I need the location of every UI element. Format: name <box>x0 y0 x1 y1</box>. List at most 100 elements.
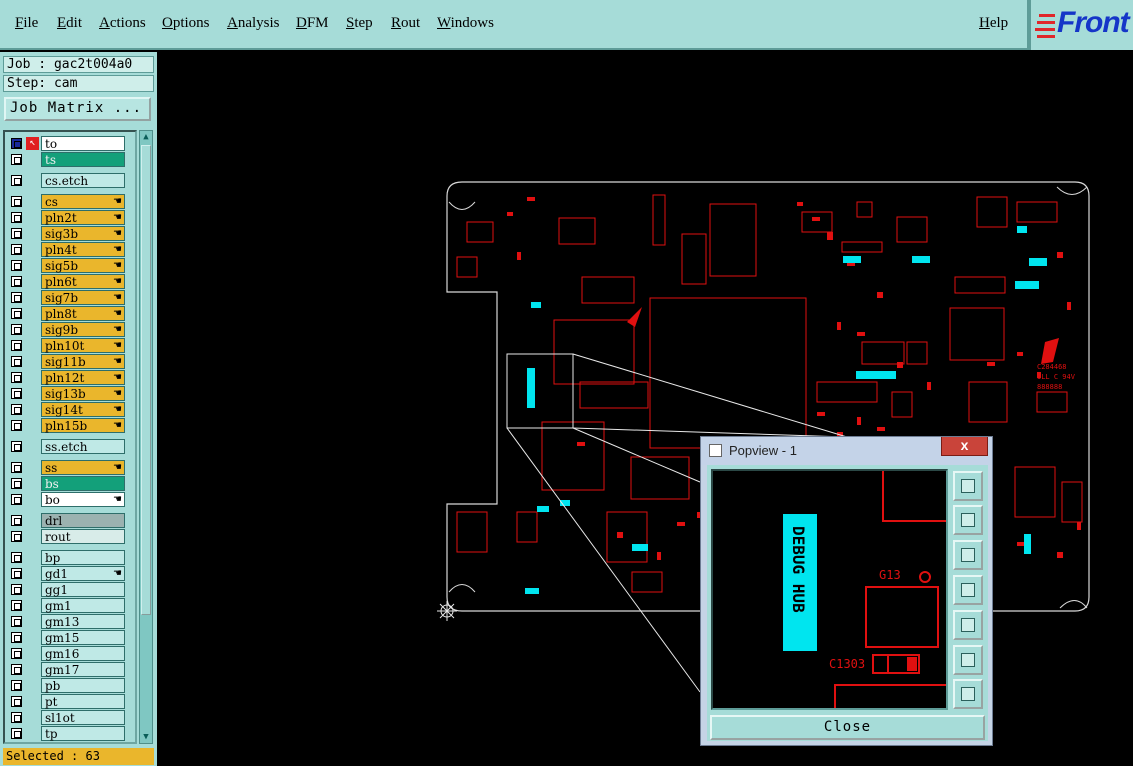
layer-name[interactable]: bp <box>41 550 125 565</box>
layer-checkbox[interactable] <box>11 531 22 542</box>
layer-checkbox[interactable] <box>11 515 22 526</box>
layer-row-gm13[interactable]: gm13 <box>7 614 133 629</box>
window-close-button[interactable]: x <box>941 437 988 456</box>
layer-row-pln15b[interactable]: pln15b ☚ <box>7 418 133 433</box>
layer-row-gm16[interactable]: gm16 <box>7 646 133 661</box>
layer-row-gd1[interactable]: gd1 ☚ <box>7 566 133 581</box>
layer-name[interactable]: pln8t ☚ <box>41 306 125 321</box>
layer-row-gm1[interactable]: gm1 <box>7 598 133 613</box>
layer-name[interactable]: gd1 ☚ <box>41 566 125 581</box>
layer-name[interactable]: gg1 <box>41 582 125 597</box>
layer-checkbox[interactable] <box>11 404 22 415</box>
menu-analysis[interactable]: Analysis <box>227 15 280 32</box>
layer-checkbox[interactable] <box>11 616 22 627</box>
layer-checkbox[interactable] <box>11 260 22 271</box>
pan-right-button[interactable] <box>953 610 983 640</box>
layer-row-pln4t[interactable]: pln4t ☚ <box>7 242 133 257</box>
pan-left-button[interactable] <box>953 575 983 605</box>
layer-row-tp[interactable]: tp <box>7 726 133 741</box>
layer-name[interactable]: to <box>41 136 125 151</box>
zoom-in-button[interactable] <box>953 679 983 709</box>
scroll-up-icon[interactable]: ▲ <box>141 132 151 142</box>
layer-checkbox[interactable] <box>11 441 22 452</box>
layer-checkbox[interactable] <box>11 175 22 186</box>
menu-edit[interactable]: Edit <box>57 15 82 32</box>
layer-row-bo[interactable]: bo ☚ <box>7 492 133 507</box>
pan-up-button[interactable] <box>953 505 983 535</box>
layer-checkbox[interactable] <box>11 664 22 675</box>
layer-row-sig13b[interactable]: sig13b ☚ <box>7 386 133 401</box>
menu-options[interactable]: Options <box>162 15 210 32</box>
layer-name[interactable]: cs.etch <box>41 173 125 188</box>
layer-checkbox[interactable] <box>11 388 22 399</box>
layer-checkbox[interactable] <box>11 462 22 473</box>
layer-row-gg1[interactable]: gg1 <box>7 582 133 597</box>
layer-row-pln12t[interactable]: pln12t ☚ <box>7 370 133 385</box>
layer-name[interactable]: gm17 <box>41 662 125 677</box>
layer-name[interactable]: pb <box>41 678 125 693</box>
layer-row-ts[interactable]: ts <box>7 152 133 167</box>
layer-name[interactable]: pln10t ☚ <box>41 338 125 353</box>
layer-name[interactable]: pln4t ☚ <box>41 242 125 257</box>
menu-rout[interactable]: Rout <box>391 15 420 32</box>
layer-checkbox[interactable] <box>11 552 22 563</box>
pan-down-button[interactable] <box>953 540 983 570</box>
layer-checkbox[interactable] <box>11 600 22 611</box>
layer-row-pb[interactable]: pb <box>7 678 133 693</box>
layer-row-to[interactable]: ↖ to <box>7 136 133 151</box>
layer-name[interactable]: gm15 <box>41 630 125 645</box>
layer-checkbox[interactable] <box>11 244 22 255</box>
layer-row-sig9b[interactable]: sig9b ☚ <box>7 322 133 337</box>
layer-row-pln6t[interactable]: pln6t ☚ <box>7 274 133 289</box>
popview-close-button[interactable]: Close <box>710 715 985 740</box>
layer-name[interactable]: sig3b ☚ <box>41 226 125 241</box>
layer-name[interactable]: pln6t ☚ <box>41 274 125 289</box>
layer-row-pln8t[interactable]: pln8t ☚ <box>7 306 133 321</box>
layer-row-sig3b[interactable]: sig3b ☚ <box>7 226 133 241</box>
layer-checkbox[interactable] <box>11 138 22 149</box>
layer-row-gm15[interactable]: gm15 <box>7 630 133 645</box>
layer-checkbox[interactable] <box>11 568 22 579</box>
layer-checkbox[interactable] <box>11 420 22 431</box>
layer-checkbox[interactable] <box>11 680 22 691</box>
menu-dfm[interactable]: DFM <box>296 15 329 32</box>
zoom-selection-box[interactable] <box>506 353 574 429</box>
layer-name[interactable]: pln2t ☚ <box>41 210 125 225</box>
layer-row-pln2t[interactable]: pln2t ☚ <box>7 210 133 225</box>
popview-titlebar[interactable]: Popview - 1 x <box>701 437 992 465</box>
menu-help[interactable]: Help <box>979 15 1008 32</box>
layer-row-sig14t[interactable]: sig14t ☚ <box>7 402 133 417</box>
layer-checkbox[interactable] <box>11 494 22 505</box>
layer-name[interactable]: sig5b ☚ <box>41 258 125 273</box>
layer-row-sig7b[interactable]: sig7b ☚ <box>7 290 133 305</box>
layer-row-gm17[interactable]: gm17 <box>7 662 133 677</box>
layer-checkbox[interactable] <box>11 356 22 367</box>
job-matrix-button[interactable]: Job Matrix ... <box>4 97 151 121</box>
menu-windows[interactable]: Windows <box>437 15 494 32</box>
layer-row-rout[interactable]: rout <box>7 529 133 544</box>
layer-checkbox[interactable] <box>11 228 22 239</box>
layer-name[interactable]: ts <box>41 152 125 167</box>
layer-checkbox[interactable] <box>11 632 22 643</box>
layer-name[interactable]: sig9b ☚ <box>41 322 125 337</box>
layer-checkbox[interactable] <box>11 584 22 595</box>
layer-checkbox[interactable] <box>11 292 22 303</box>
layer-checkbox[interactable] <box>11 648 22 659</box>
layer-name[interactable]: bs <box>41 476 125 491</box>
layer-name[interactable]: sig7b ☚ <box>41 290 125 305</box>
layer-row-cs[interactable]: cs ☚ <box>7 194 133 209</box>
scroll-down-icon[interactable]: ▼ <box>141 732 151 742</box>
scroll-thumb[interactable] <box>141 145 151 615</box>
layer-name[interactable]: gm1 <box>41 598 125 613</box>
layer-name[interactable]: sig13b ☚ <box>41 386 125 401</box>
layer-row-sig5b[interactable]: sig5b ☚ <box>7 258 133 273</box>
layer-row-bp[interactable]: bp <box>7 550 133 565</box>
layer-row-drl[interactable]: drl <box>7 513 133 528</box>
layer-checkbox[interactable] <box>11 154 22 165</box>
layer-name[interactable]: sig11b ☚ <box>41 354 125 369</box>
menu-step[interactable]: Step <box>346 15 373 32</box>
layer-name[interactable]: pt <box>41 694 125 709</box>
layer-checkbox[interactable] <box>11 478 22 489</box>
popview-zoom-view[interactable]: DEBUG HUB G13 C1303 <box>711 469 948 710</box>
menu-actions[interactable]: Actions <box>99 15 146 32</box>
